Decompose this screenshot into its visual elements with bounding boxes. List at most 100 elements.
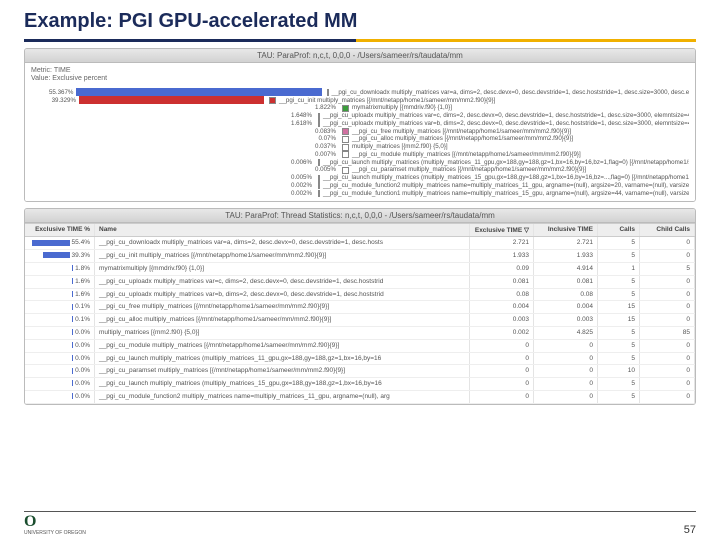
bar-text: __pgi_cu_module_function1 multiply_matri… [323,190,689,198]
col-name[interactable]: Name [95,224,470,236]
bar-chart-area: 55.367% __pgi_cu_downloadx multiply_matr… [25,86,695,201]
bar-percent: 0.006% [291,159,315,167]
table-row[interactable]: 0.0%__pgi_cu_paramset multiply_matrices … [25,365,695,378]
col-calls[interactable]: Calls [598,224,640,236]
bar-row[interactable]: 0.07%__pgi_cu_alloc multiply_matrices [{… [31,135,689,143]
cell-exclusive-time: 0 [470,365,534,377]
cell-child-calls: 85 [640,327,695,339]
bar-row[interactable]: 55.367% __pgi_cu_downloadx multiply_matr… [31,88,689,96]
cell-exclusive-time: 0.002 [470,327,534,339]
col-exclusive-time[interactable]: Exclusive TIME ▽ [470,224,534,236]
page-number: 57 [684,524,696,536]
cell-exclusive-pct: 0.1% [25,314,95,326]
cell-inclusive-time: 0 [534,378,598,390]
bar-text: __pgi_cu_alloc multiply_matrices [{/mnt/… [352,135,573,143]
swatch-icon [342,144,349,151]
bar-row[interactable]: 1.618%__pgi_cu_uploadx multiply_matrices… [31,120,689,128]
bar-percent: 55.367% [31,89,76,97]
paraprof-window: TAU: ParaProf: n,c,t, 0,0,0 - /Users/sam… [24,48,696,202]
bar-text: __pgi_cu_launch multiply_matrices (multi… [323,174,689,182]
cell-inclusive-time: 0.08 [534,289,598,301]
bar-row[interactable]: 0.002% __pgi_cu_module_function1 multiply… [31,190,689,198]
cell-inclusive-time: 2.721 [534,237,598,249]
bar-row[interactable]: 1.648% __pgi_cu_uploadx multiply_matrices… [31,112,689,120]
cell-child-calls: 0 [640,365,695,377]
bar-row[interactable]: 0.002% __pgi_cu_module_function2 multiply… [31,182,689,190]
cell-name: __pgi_cu_uploadx multiply_matrices var=b… [95,289,470,301]
window-titlebar[interactable]: TAU: ParaProf: n,c,t, 0,0,0 - /Users/sam… [25,49,695,63]
bar-percent: 0.002% [291,190,315,198]
cell-calls: 5 [598,340,640,352]
cell-exclusive-pct: 0.0% [25,340,95,352]
bar-percent: 0.002% [291,182,315,190]
table-row[interactable]: 0.0%__pgi_cu_launch multiply_matrices (m… [25,378,695,391]
bar-percent: 0.007% [291,151,339,159]
bar-row[interactable]: 0.005%__pgi_cu_launch multiply_matrices … [31,174,689,182]
cell-child-calls: 0 [640,340,695,352]
cell-calls: 5 [598,353,640,365]
cell-exclusive-time: 0 [470,391,534,403]
col-exclusive-pct[interactable]: Exclusive TIME % [25,224,95,236]
table-row[interactable]: 0.1%__pgi_cu_free multiply_matrices [{/m… [25,301,695,314]
cell-calls: 1 [598,263,640,275]
cell-name: __pgi_cu_paramset multiply_matrices [{/m… [95,365,470,377]
cell-child-calls: 5 [640,263,695,275]
cell-exclusive-pct: 0.0% [25,327,95,339]
table-row[interactable]: 1.8%mymatrixmultiply [{mmdriv.f90} {1,0}… [25,263,695,276]
bar-percent: 1.648% [291,112,315,120]
col-inclusive-time[interactable]: Inclusive TIME [534,224,598,236]
table-row[interactable]: 0.0%multiply_matrices [{mm2.f90} {5,0}]0… [25,327,695,340]
cell-exclusive-time: 0.081 [470,276,534,288]
cell-exclusive-time: 0.003 [470,314,534,326]
cell-exclusive-time: 0.004 [470,301,534,313]
bar-row[interactable]: 39.329% __pgi_cu_init multiply_matrices … [31,96,689,104]
swatch-icon [342,136,349,143]
bar-percent: 0.037% [291,143,339,151]
bar-percent: 0.005% [291,166,339,174]
cell-exclusive-time: 1.933 [470,250,534,262]
cell-calls: 5 [598,289,640,301]
table-row[interactable]: 0.0%__pgi_cu_launch multiply_matrices (m… [25,353,695,366]
cell-exclusive-pct: 0.1% [25,301,95,313]
cell-exclusive-pct: 0.0% [25,365,95,377]
window-titlebar[interactable]: TAU: ParaProf: Thread Statistics: n,c,t,… [25,209,695,223]
table-row[interactable]: 0.1%__pgi_cu_alloc multiply_matrices [{/… [25,314,695,327]
bar-row[interactable]: 0.006%__pgi_cu_launch multiply_matrices … [31,159,689,167]
cell-inclusive-time: 0.003 [534,314,598,326]
bar-row[interactable]: 0.083%__pgi_cu_free multiply_matrices [{… [31,128,689,136]
bar-row[interactable]: 0.005%__pgi_cu_paramset multiply_matrice… [31,166,689,174]
bar-text: __pgi_cu_uploadx multiply_matrices var=c… [323,112,689,120]
bar-text: __pgi_cu_init multiply_matrices [{/mnt/n… [279,97,495,105]
table-row[interactable]: 0.0%__pgi_cu_module_function2 multiply_m… [25,391,695,404]
swatch-icon [318,175,320,182]
cell-name: __pgi_cu_launch multiply_matrices (multi… [95,353,470,365]
bar-text: __pgi_cu_module_function2 multiply_matri… [323,182,689,190]
swatch-icon [269,97,276,104]
bar-row[interactable]: 0.007%__pgi_cu_module multiply_matrices … [31,151,689,159]
cell-calls: 5 [598,378,640,390]
bar-text: __pgi_cu_free multiply_matrices [{/mnt/n… [352,128,571,136]
cell-child-calls: 0 [640,237,695,249]
cell-name: __pgi_cu_free multiply_matrices [{/mnt/n… [95,301,470,313]
cell-inclusive-time: 0.004 [534,301,598,313]
table-row[interactable]: 39.3%__pgi_cu_init multiply_matrices [{/… [25,250,695,263]
table-row[interactable]: 1.6%__pgi_cu_uploadx multiply_matrices v… [25,289,695,302]
slide-footer: O UNIVERSITY OF OREGON 57 [24,511,696,536]
col-child-calls[interactable]: Child Calls [640,224,695,236]
table-row[interactable]: 1.6%__pgi_cu_uploadx multiply_matrices v… [25,276,695,289]
swatch-icon [342,105,349,112]
bar-row[interactable]: 1.822%mymatrixmultiply [{mmdriv.f90} {1,… [31,104,689,112]
university-logo: O UNIVERSITY OF OREGON [24,514,86,536]
bar-text: multiply_matrices [{mm2.f90} {5,0}] [352,143,448,151]
cell-exclusive-pct: 1.8% [25,263,95,275]
table-row[interactable]: 55.4%__pgi_cu_downloadx multiply_matrice… [25,237,695,250]
cell-calls: 5 [598,391,640,403]
cell-exclusive-time: 0 [470,378,534,390]
cell-inclusive-time: 0 [534,340,598,352]
logo-text: UNIVERSITY OF OREGON [24,530,86,536]
cell-exclusive-time: 2.721 [470,237,534,249]
bar-row[interactable]: 0.037% multiply_matrices [{mm2.f90} {5,0}… [31,143,689,151]
table-row[interactable]: 0.0%__pgi_cu_module multiply_matrices [{… [25,340,695,353]
cell-inclusive-time: 4.914 [534,263,598,275]
swatch-icon [318,159,320,166]
